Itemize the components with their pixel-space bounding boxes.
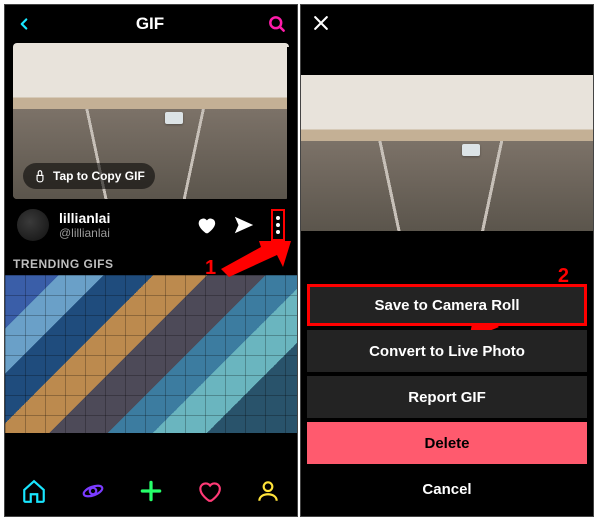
gif-preview-image xyxy=(301,75,593,231)
send-icon[interactable] xyxy=(233,214,255,236)
tab-explore-icon[interactable] xyxy=(80,478,106,509)
search-icon[interactable] xyxy=(267,14,287,34)
heart-icon[interactable] xyxy=(195,214,217,236)
right-edge-stripe xyxy=(287,47,297,225)
tab-home-icon[interactable] xyxy=(21,478,47,509)
trending-gifs-grid[interactable] xyxy=(5,275,297,433)
close-row xyxy=(301,5,593,45)
tab-profile-icon[interactable] xyxy=(255,478,281,509)
cancel-button[interactable]: Cancel xyxy=(307,468,587,510)
author-text[interactable]: lillianlai @lillianlai xyxy=(59,210,185,240)
tap-to-copy-label: Tap to Copy GIF xyxy=(53,169,145,183)
header: GIF xyxy=(5,5,297,43)
tab-favorites-icon[interactable] xyxy=(196,478,222,509)
right-screen: 2 Save to Camera Roll Convert to Live Ph… xyxy=(300,4,594,517)
left-screen: GIF Tap to Copy GIF lillianlai @lillianl… xyxy=(4,4,298,517)
author-handle: @lillianlai xyxy=(59,226,185,240)
annotation-1-arrow xyxy=(221,241,291,282)
author-name: lillianlai xyxy=(59,210,185,226)
gif-subject xyxy=(165,112,183,124)
annotation-1-number: 1 xyxy=(205,257,216,280)
tap-to-copy-badge[interactable]: Tap to Copy GIF xyxy=(23,163,155,189)
gif-preview-image[interactable]: Tap to Copy GIF xyxy=(13,43,289,199)
more-icon[interactable] xyxy=(271,209,285,241)
gif-subject xyxy=(462,144,480,156)
save-to-camera-roll-button[interactable]: Save to Camera Roll xyxy=(307,284,587,326)
gif-preview-card: Tap to Copy GIF xyxy=(13,43,289,199)
back-icon[interactable] xyxy=(15,15,33,33)
page-title: GIF xyxy=(136,14,164,34)
avatar[interactable] xyxy=(17,209,49,241)
action-sheet: Save to Camera Roll Convert to Live Phot… xyxy=(301,278,593,516)
report-gif-button[interactable]: Report GIF xyxy=(307,376,587,418)
tab-create-icon[interactable] xyxy=(138,478,164,509)
convert-to-live-photo-button[interactable]: Convert to Live Photo xyxy=(307,330,587,372)
action-icons xyxy=(195,209,285,241)
tab-bar xyxy=(5,470,297,516)
close-icon[interactable] xyxy=(311,13,331,38)
delete-button[interactable]: Delete xyxy=(307,422,587,464)
